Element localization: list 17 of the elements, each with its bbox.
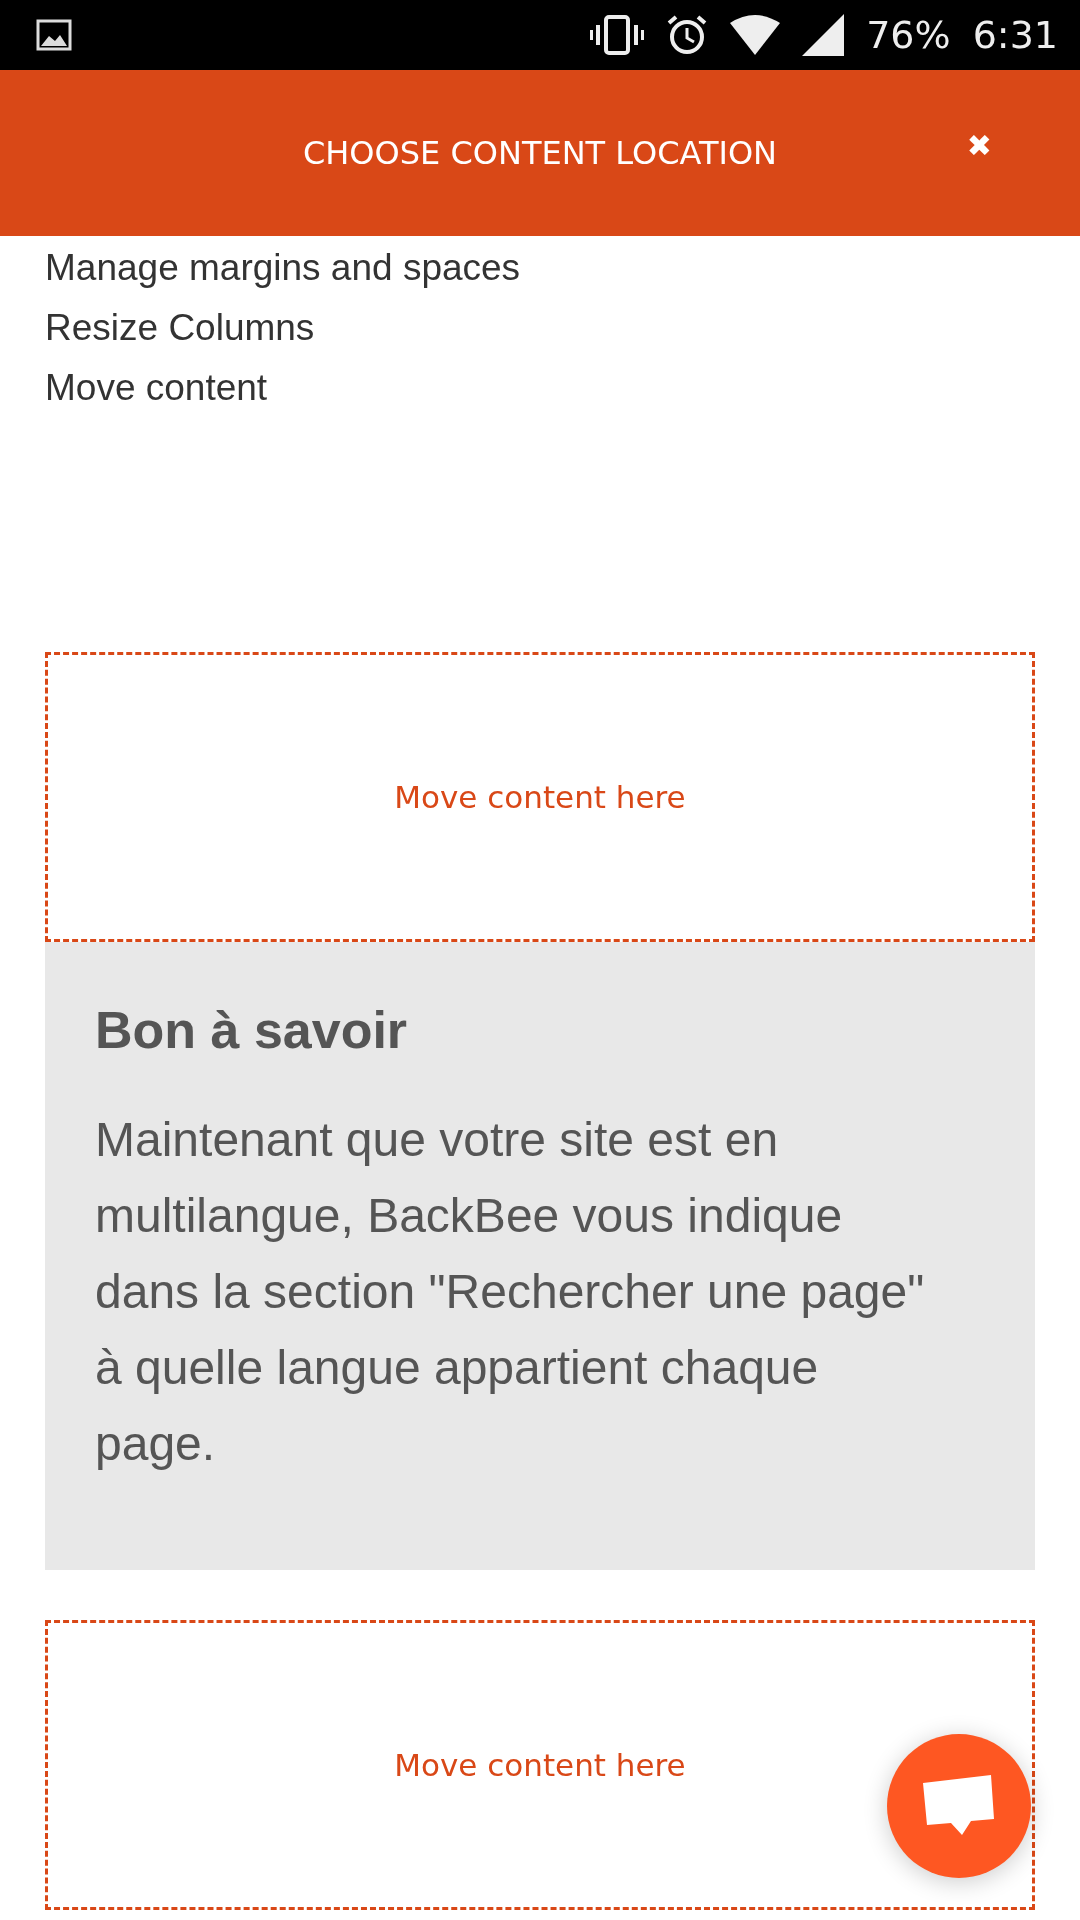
close-button[interactable]: ✖ <box>966 128 992 163</box>
battery-level: 76% <box>866 13 951 57</box>
page-title: CHOOSE CONTENT LOCATION <box>302 134 778 172</box>
image-icon <box>36 19 72 51</box>
alarm-icon <box>666 14 709 56</box>
menu-item[interactable]: Manage margins and spaces <box>45 238 521 298</box>
clock: 6:31 <box>972 13 1058 57</box>
info-title: Bon à savoir <box>95 1000 409 1060</box>
menu-item[interactable]: Resize Columns <box>45 298 315 358</box>
vibrate-icon <box>590 15 645 55</box>
drop-zone-label: Move content here <box>394 779 686 815</box>
wifi-icon <box>730 15 781 55</box>
drop-zone-label: Move content here <box>394 1747 686 1783</box>
info-text: Maintenant que votre site est en multilangue, BackBee vous indique dans la section "Rechercher une page" à quelle langue appartient chaque page. <box>95 1112 926 1472</box>
signal-icon <box>802 14 845 56</box>
chat-icon <box>923 1775 995 1837</box>
menu-item[interactable]: Move content <box>45 358 268 418</box>
